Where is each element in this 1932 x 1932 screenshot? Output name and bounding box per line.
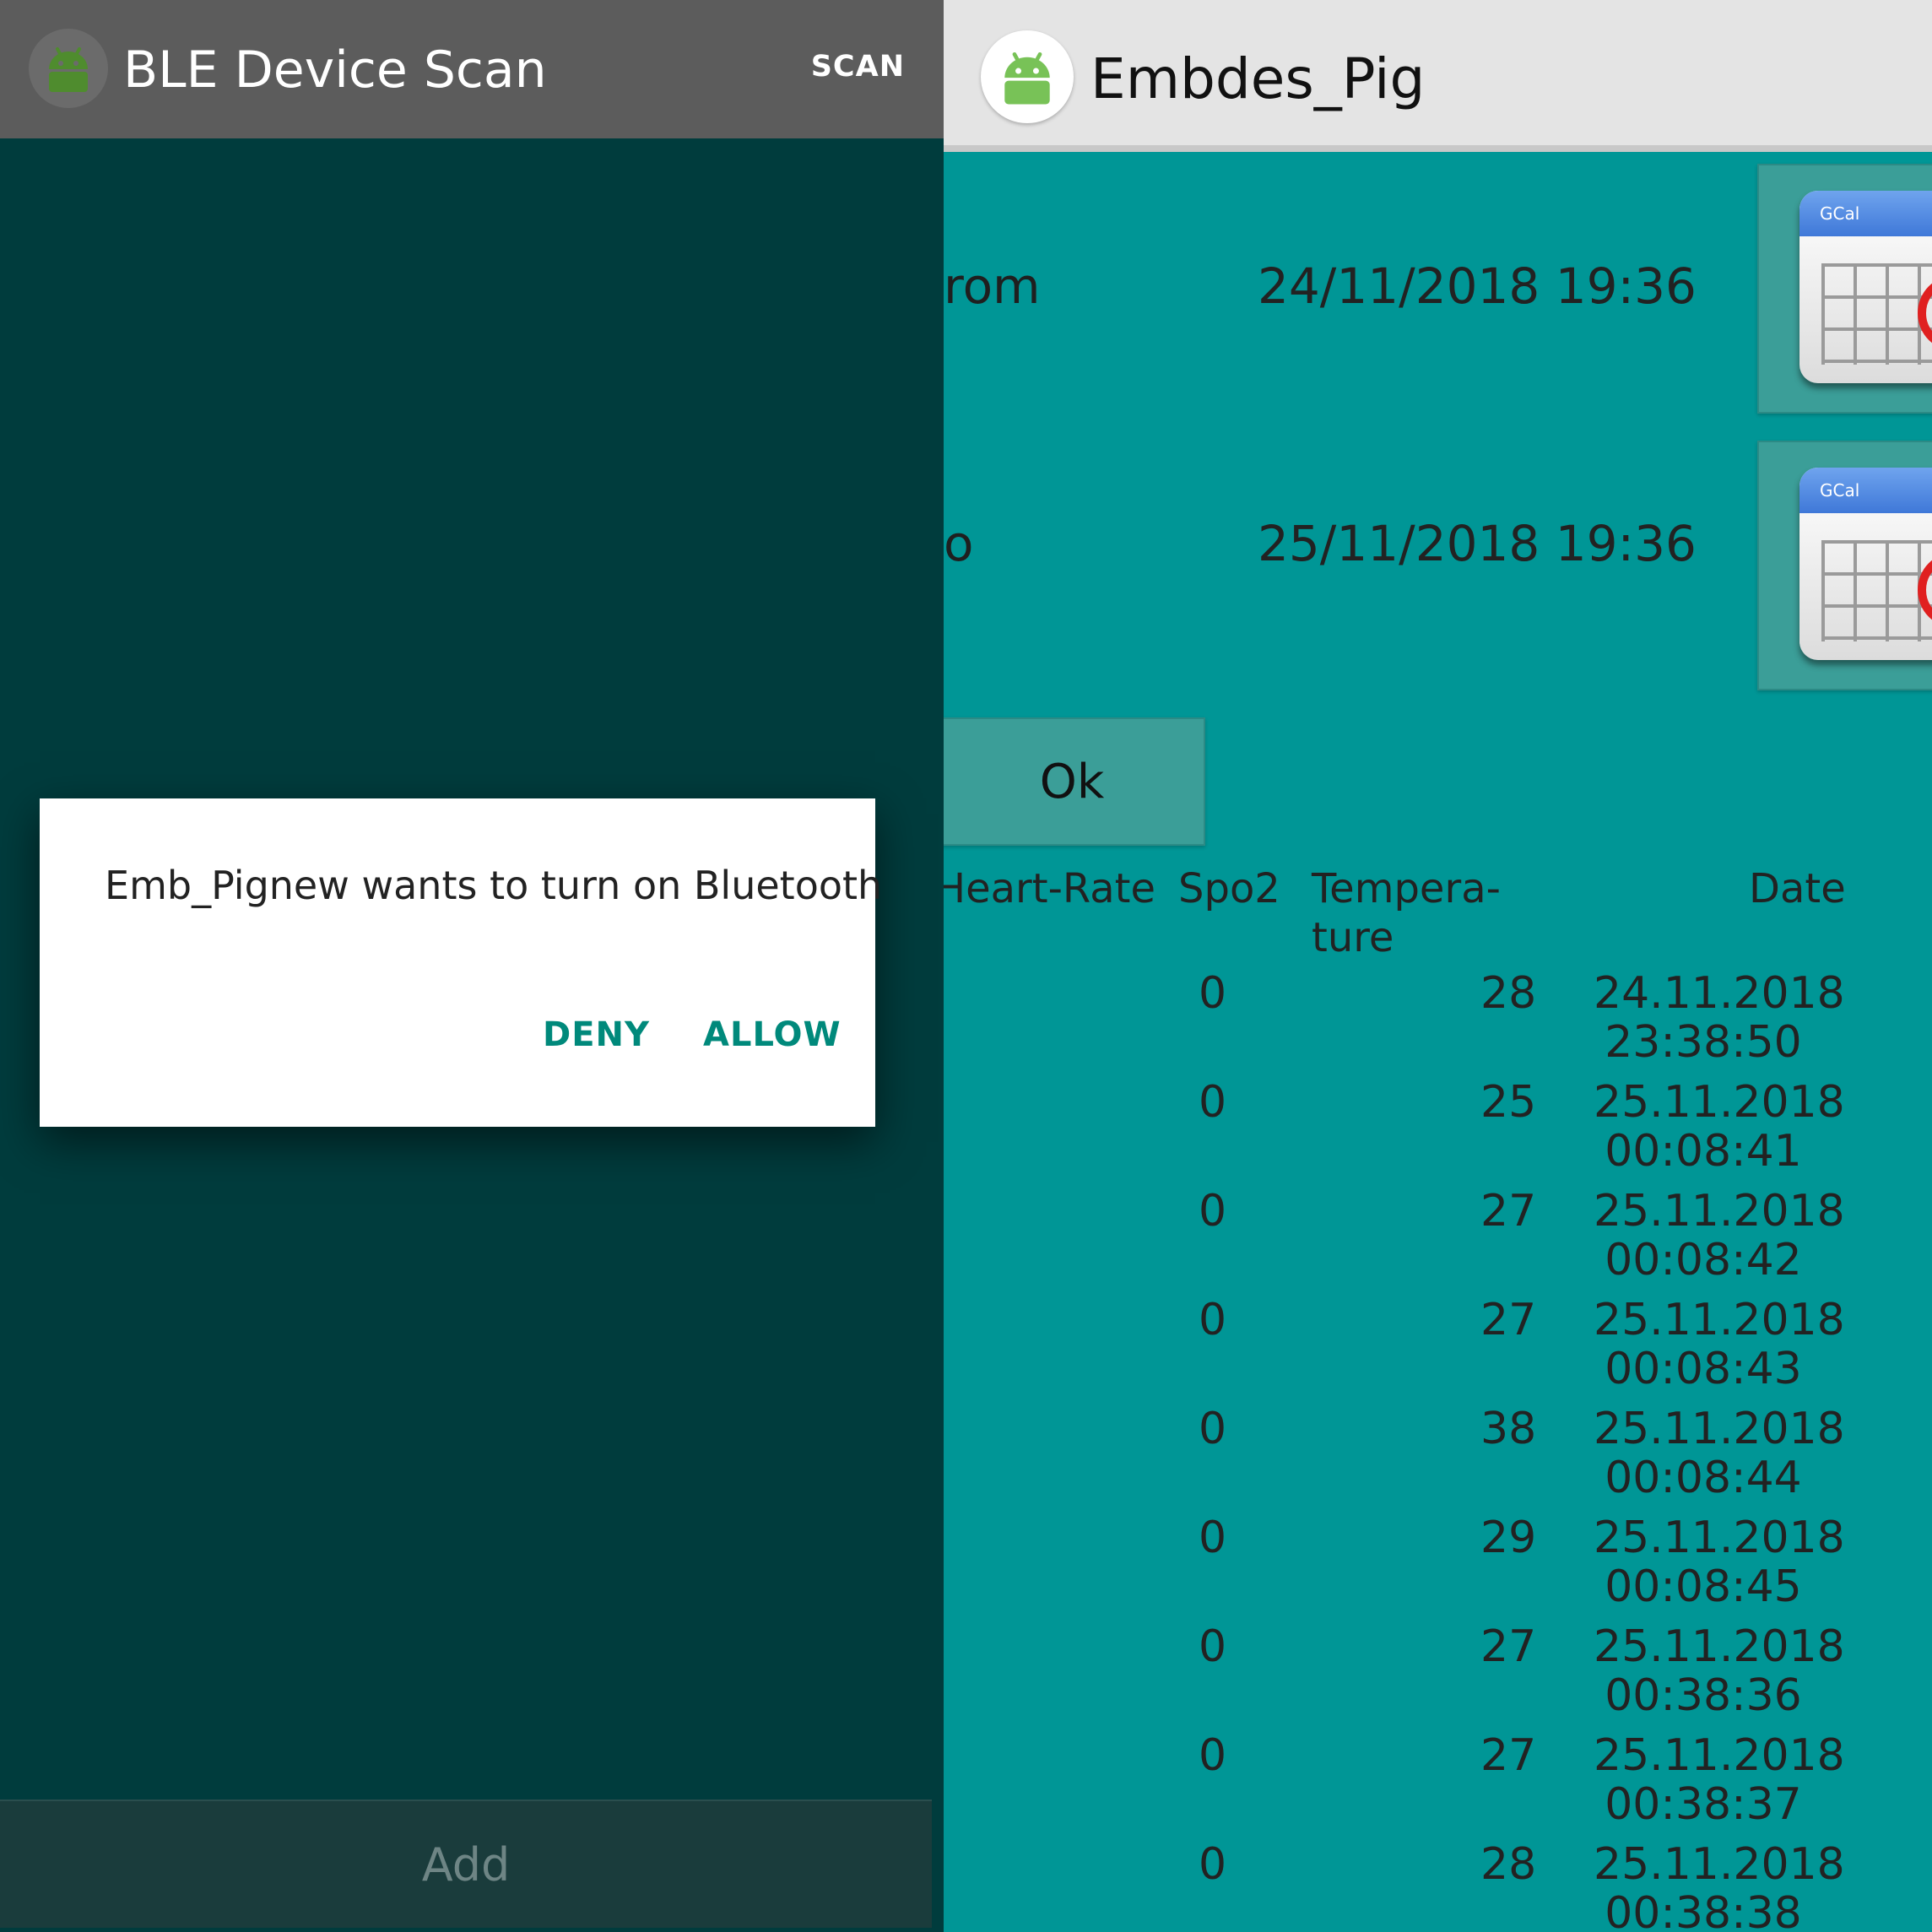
temperature-cell: 25 <box>1480 1077 1537 1128</box>
time-value: 00:38:37 <box>1605 1779 1802 1830</box>
time-value: 00:08:44 <box>1605 1453 1802 1503</box>
spo2-cell: 0 <box>1199 1513 1227 1563</box>
temperature-cell: 38 <box>1480 1404 1537 1454</box>
date-value: 25.11.2018 <box>1594 1730 1845 1781</box>
android-app-icon <box>981 30 1074 123</box>
temperature-cell: 29 <box>1480 1513 1537 1563</box>
ok-button[interactable]: Ok <box>944 717 1205 846</box>
header-temperature-line2: ture <box>1312 914 1394 961</box>
temperature-cell: 27 <box>1480 1730 1537 1781</box>
time-value: 00:08:45 <box>1605 1561 1802 1612</box>
date-value: 25.11.2018 <box>1594 1077 1845 1128</box>
allow-button[interactable]: ALLOW <box>703 1015 842 1054</box>
calendar-icon-caption: GCal <box>1799 191 1932 236</box>
temperature-cell: 28 <box>1480 1839 1537 1890</box>
from-calendar-button[interactable]: GCal <box>1757 164 1932 414</box>
add-button[interactable]: Add <box>0 1799 932 1928</box>
date-value: 24.11.2018 <box>1594 968 1845 1019</box>
spo2-cell: 0 <box>1199 1077 1227 1128</box>
date-cell: 25.11.2018 00:08:45 <box>1594 1513 1845 1612</box>
to-calendar-button[interactable]: GCal <box>1757 441 1932 690</box>
temperature-cell: 27 <box>1480 1295 1537 1345</box>
date-cell: 25.11.2018 00:38:37 <box>1594 1730 1845 1830</box>
ble-device-scan-screen: BLE Device Scan SCAN Emb_Pignew wants to… <box>0 0 944 1932</box>
date-value: 25.11.2018 <box>1594 1295 1845 1345</box>
right-app-bar: Embdes_Pig <box>944 0 1932 152</box>
date-value: 25.11.2018 <box>1594 1404 1845 1454</box>
date-value: 25.11.2018 <box>1594 1621 1845 1672</box>
embdes-pig-screen: Embdes_Pig rom 24/11/2018 19:36 GCal o 2… <box>944 0 1932 1932</box>
from-label: rom <box>944 257 1041 315</box>
spo2-cell: 0 <box>1199 1186 1227 1237</box>
deny-button[interactable]: DENY <box>543 1015 650 1054</box>
date-cell: 25.11.2018 00:08:41 <box>1594 1077 1845 1177</box>
header-heart-rate: Heart-Rate <box>944 865 1155 912</box>
temperature-cell: 27 <box>1480 1621 1537 1672</box>
calendar-icon: GCal <box>1799 468 1932 660</box>
date-cell: 25.11.2018 00:08:42 <box>1594 1186 1845 1285</box>
android-app-icon <box>29 29 108 108</box>
from-datetime: 24/11/2018 19:36 <box>1258 257 1697 315</box>
android-robot-icon <box>49 47 88 92</box>
dialog-message: Emb_Pignew wants to turn on Bluetooth <box>105 863 883 908</box>
header-date: Date <box>1749 865 1846 912</box>
calendar-icon-caption: GCal <box>1799 468 1932 513</box>
date-cell: 25.11.2018 00:08:43 <box>1594 1295 1845 1394</box>
android-robot-icon <box>1004 51 1050 105</box>
temperature-cell: 27 <box>1480 1186 1537 1237</box>
time-value: 00:08:43 <box>1605 1344 1802 1394</box>
spo2-cell: 0 <box>1199 1730 1227 1781</box>
spo2-cell: 0 <box>1199 1404 1227 1454</box>
spo2-cell: 0 <box>1199 1839 1227 1890</box>
header-spo2: Spo2 <box>1178 865 1280 912</box>
temperature-cell: 28 <box>1480 968 1537 1019</box>
spo2-cell: 0 <box>1199 968 1227 1019</box>
left-app-bar: BLE Device Scan SCAN <box>0 0 944 138</box>
calendar-icon: GCal <box>1799 191 1932 383</box>
scan-button[interactable]: SCAN <box>811 37 905 96</box>
header-temperature: Tempera- ture <box>1312 864 1501 962</box>
spo2-cell: 0 <box>1199 1621 1227 1672</box>
header-temperature-line1: Tempera- <box>1312 865 1501 912</box>
calendar-grid <box>1821 263 1932 365</box>
calendar-grid <box>1821 540 1932 641</box>
time-value: 00:08:42 <box>1605 1235 1802 1285</box>
time-value: 00:38:38 <box>1605 1888 1802 1932</box>
time-value: 00:08:41 <box>1605 1126 1802 1177</box>
date-value: 25.11.2018 <box>1594 1513 1845 1563</box>
time-value: 00:38:36 <box>1605 1670 1802 1721</box>
to-label: o <box>944 515 974 572</box>
to-datetime: 25/11/2018 19:36 <box>1258 515 1697 572</box>
date-value: 25.11.2018 <box>1594 1839 1845 1890</box>
date-cell: 24.11.2018 23:38:50 <box>1594 968 1845 1068</box>
date-value: 25.11.2018 <box>1594 1186 1845 1237</box>
bluetooth-permission-dialog: Emb_Pignew wants to turn on Bluetooth DE… <box>40 798 882 1127</box>
date-cell: 25.11.2018 00:38:38 <box>1594 1839 1845 1932</box>
time-value: 23:38:50 <box>1605 1017 1802 1068</box>
date-cell: 25.11.2018 00:08:44 <box>1594 1404 1845 1503</box>
spo2-cell: 0 <box>1199 1295 1227 1345</box>
page-title: Embdes_Pig <box>1090 46 1426 111</box>
page-title: BLE Device Scan <box>123 41 547 100</box>
date-cell: 25.11.2018 00:38:36 <box>1594 1621 1845 1721</box>
